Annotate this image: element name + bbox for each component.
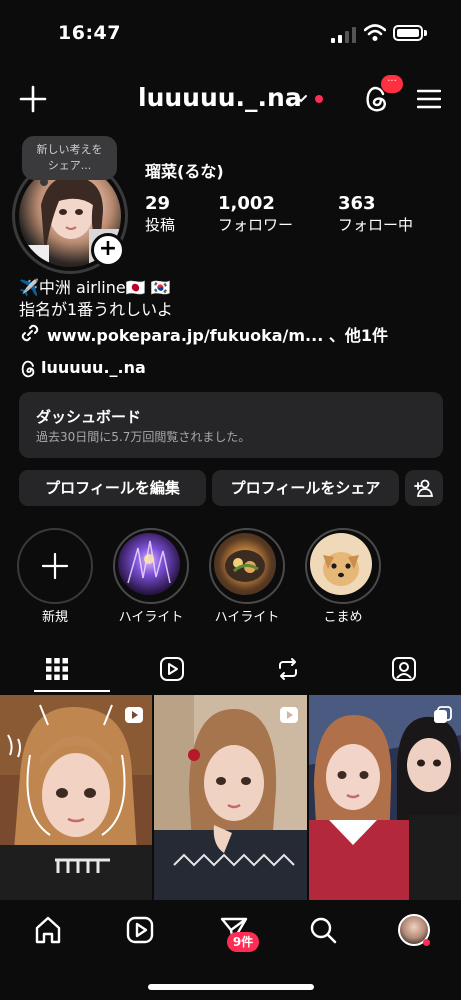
highlight-2-cover [214, 533, 276, 595]
add-story-plus-icon[interactable]: + [91, 233, 125, 267]
stat-posts[interactable]: 29 投稿 [145, 193, 175, 235]
chevron-down-icon[interactable] [294, 93, 308, 105]
bio-line-2: 指名が1番うれしいよ [19, 300, 173, 319]
status-time: 16:47 [58, 22, 121, 44]
dashboard-title: ダッシュボード [36, 408, 142, 426]
account-notification-dot [315, 95, 323, 103]
note-bubble-tail [40, 178, 48, 186]
highlight-2-ring [209, 528, 285, 604]
grid-post-3[interactable] [309, 695, 461, 900]
stat-following-count: 363 [338, 193, 376, 214]
grid-icon[interactable] [45, 657, 69, 681]
inbox-badge: 9件 [227, 932, 259, 952]
highlight-1-label: ハイライト [118, 610, 184, 625]
highlight-2-image [225, 550, 265, 582]
stat-followers-count: 1,002 [218, 193, 275, 214]
link-icon [21, 324, 39, 342]
stat-posts-label: 投稿 [145, 216, 176, 234]
home-indicator [148, 984, 314, 990]
highlight-1-image [127, 540, 171, 584]
post-2-reel-icon [280, 707, 298, 723]
active-tab-indicator [34, 690, 110, 692]
stat-posts-count: 29 [145, 193, 171, 214]
search-icon[interactable] [308, 915, 338, 945]
post-1-reel-icon [125, 707, 143, 723]
post-3-carousel-icon [434, 706, 452, 723]
add-person-icon [414, 479, 434, 497]
highlight-new[interactable] [17, 528, 93, 604]
stat-following-label: フォロー中 [338, 216, 414, 234]
battery-cap [424, 30, 427, 36]
highlight-1-cover [118, 533, 180, 595]
discover-people-button[interactable] [405, 470, 443, 506]
profile-notification-dot [423, 939, 430, 946]
tagged-icon[interactable] [391, 656, 417, 682]
display-name: 瑠菜(るな) [145, 162, 224, 181]
cellular-signal-icon [331, 27, 356, 43]
dashboard-subtitle: 過去30日間に5.7万回閲覧されました。 [36, 430, 251, 444]
note-text-line2: シェア... [47, 159, 92, 172]
stat-followers-label: フォロワー [218, 216, 294, 234]
highlight-3-label: こまめ [323, 610, 363, 625]
plus-icon [41, 552, 69, 580]
highlight-new-ring [17, 528, 93, 604]
highlight-3[interactable] [305, 528, 381, 604]
threads-profile-link[interactable]: luuuuu._.na [41, 358, 146, 377]
grid-post-1[interactable] [0, 695, 152, 900]
hamburger-menu-icon[interactable] [417, 88, 441, 110]
highlight-3-cover [310, 533, 372, 595]
reels-nav-icon[interactable] [125, 915, 155, 945]
highlight-new-label: 新規 [41, 610, 68, 625]
stat-followers[interactable]: 1,002 フォロワー [218, 193, 293, 235]
bio-link[interactable]: www.pokepara.jp/fukuoka/m... 、他1件 [47, 322, 388, 346]
battery-icon [393, 25, 423, 41]
threads-badge: ··· [381, 75, 403, 93]
highlight-2-label: ハイライト [214, 610, 280, 625]
edit-profile-button[interactable]: プロフィールを編集 [19, 470, 206, 506]
profile-username[interactable]: luuuuu._.na [138, 83, 302, 112]
create-plus-icon[interactable] [18, 84, 48, 114]
note-bubble[interactable]: 新しい考えを シェア... [22, 136, 117, 180]
highlight-1[interactable] [113, 528, 189, 604]
post-3-image [309, 695, 461, 900]
highlight-2[interactable] [209, 528, 285, 604]
share-profile-button[interactable]: プロフィールをシェア [212, 470, 399, 506]
post-2-image [154, 695, 307, 900]
post-1-image [0, 695, 152, 900]
wifi-icon [364, 24, 386, 41]
grid-post-2[interactable] [154, 695, 307, 900]
note-text-line1: 新しい考えを [36, 143, 103, 156]
home-icon[interactable] [33, 915, 63, 945]
highlight-3-ring [305, 528, 381, 604]
threads-small-icon [21, 360, 35, 378]
reels-icon[interactable] [159, 656, 185, 682]
highlight-1-ring [113, 528, 189, 604]
stat-following[interactable]: 363 フォロー中 [338, 193, 413, 235]
bio-line-1: ✈️中洲 airline🇯🇵 🇰🇷 [19, 278, 171, 297]
puppy-image [323, 552, 359, 586]
repost-icon[interactable] [275, 656, 301, 682]
